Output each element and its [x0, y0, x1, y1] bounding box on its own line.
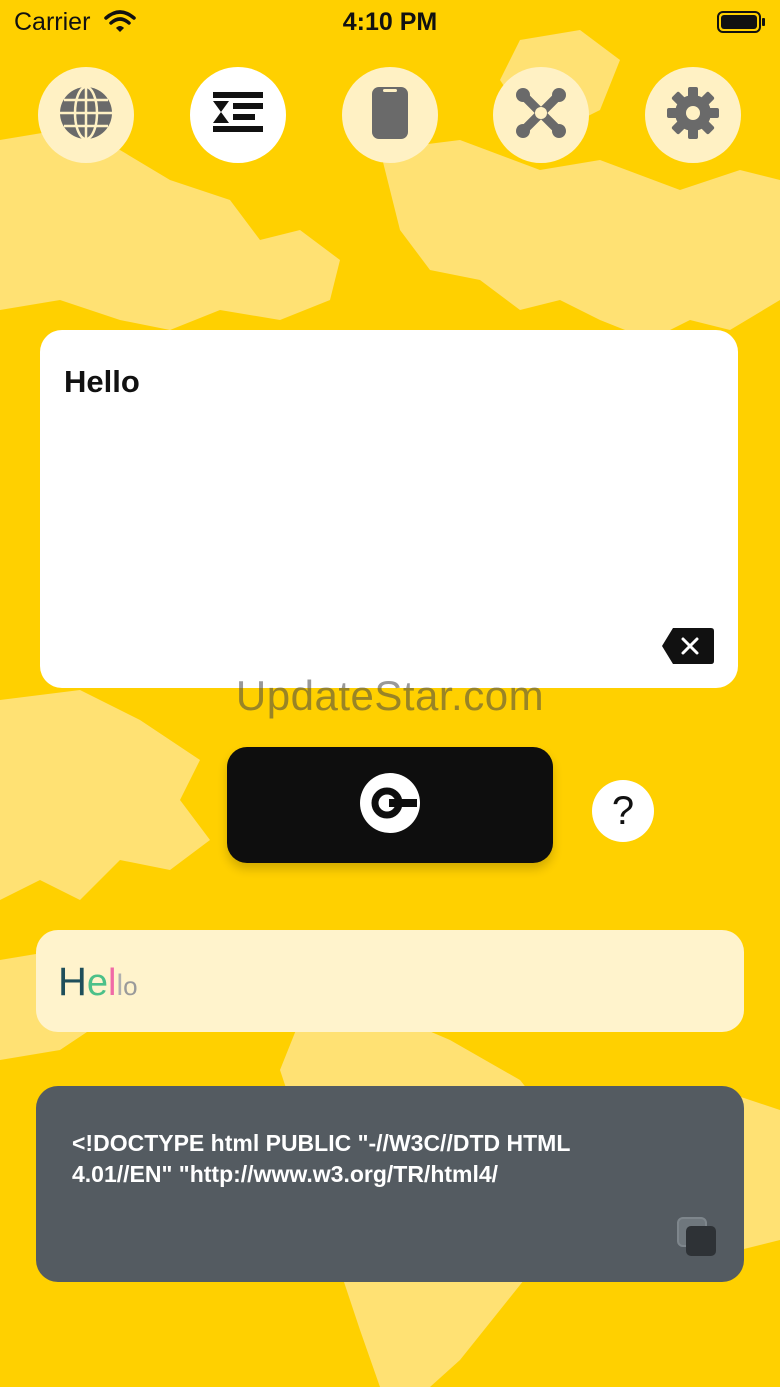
convert-icon — [359, 772, 421, 839]
preview-letter: l — [108, 962, 117, 1004]
tab-settings[interactable] — [645, 67, 741, 163]
styled-preview-text: Hello — [58, 962, 138, 1006]
preview-letter: o — [123, 971, 138, 1001]
status-bar: Carrier 4:10 PM — [0, 0, 780, 44]
tab-globe[interactable] — [38, 67, 134, 163]
joomla-icon — [513, 85, 569, 146]
watermark: UpdateStar.com — [235, 672, 545, 719]
convert-button[interactable] — [227, 747, 553, 863]
tab-bar — [0, 67, 780, 163]
backspace-clear-icon — [661, 628, 715, 670]
text-input-area[interactable]: Hello — [40, 330, 738, 688]
preview-letter: l — [116, 969, 124, 1002]
battery-icon — [717, 10, 767, 39]
copy-icon — [676, 1217, 720, 1264]
phone-icon — [370, 85, 410, 146]
copy-button[interactable] — [676, 1216, 720, 1260]
tab-joomla[interactable] — [493, 67, 589, 163]
clear-button[interactable] — [661, 626, 715, 666]
styled-preview-card: Hello — [36, 930, 744, 1032]
tab-text-format[interactable] — [190, 67, 286, 163]
globe-icon — [56, 83, 116, 148]
input-text[interactable]: Hello — [64, 364, 140, 400]
tab-phone[interactable] — [342, 67, 438, 163]
code-output-text[interactable]: <!DOCTYPE html PUBLIC "-//W3C//DTD HTML … — [72, 1128, 672, 1198]
status-time: 4:10 PM — [342, 8, 438, 36]
preview-letter: H — [58, 960, 87, 1004]
gear-icon — [666, 86, 720, 145]
code-output-card: <!DOCTYPE html PUBLIC "-//W3C//DTD HTML … — [36, 1086, 744, 1282]
text-format-icon — [211, 88, 265, 143]
preview-letter: e — [86, 962, 109, 1004]
help-button[interactable]: ? — [592, 780, 654, 842]
